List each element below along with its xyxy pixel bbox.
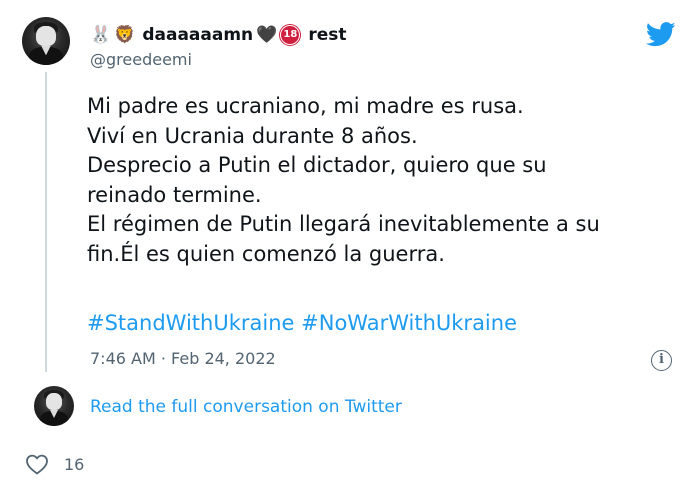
avatar-face [36, 25, 56, 46]
reader-avatar[interactable] [34, 386, 74, 426]
info-icon[interactable]: i [651, 350, 672, 371]
hashtag-no-war-with-ukraine[interactable]: #NoWarWithUkraine [301, 311, 517, 335]
tweet-text-line: Mi padre es ucraniano, mi madre es rusa. [87, 94, 524, 118]
hashtag-row: #StandWithUkraine #NoWarWithUkraine [87, 311, 517, 335]
author-avatar[interactable] [22, 17, 70, 65]
tweet-text-line: reinado termine. [87, 182, 262, 207]
tweet-header: 🐰 🦁 daaaaaamn 🖤 18 rest @greedeemi [90, 24, 347, 69]
thread-line [45, 72, 47, 372]
tweet-text-line: Desprecio a Putin el dictador, quiero qu… [87, 153, 547, 177]
avatar-face [46, 393, 62, 410]
author-name-row[interactable]: 🐰 🦁 daaaaaamn 🖤 18 rest [90, 24, 347, 46]
tweet-text-line: fin.Él es quien comenzó la guerra. [87, 241, 445, 266]
like-count: 16 [64, 455, 85, 474]
tweet-text-line: Viví en Ucrania durante 8 años. [87, 123, 418, 148]
twitter-bird-icon[interactable] [646, 22, 676, 47]
no-under-18-badge: 18 [280, 25, 301, 45]
author-display-name[interactable]: daaaaaamn [142, 25, 253, 45]
tweet-text-line: El régimen de Putin llegará inevitableme… [87, 212, 600, 236]
rabbit-emoji: 🐰 [90, 25, 112, 45]
heart-outline-icon[interactable] [25, 453, 49, 475]
author-name-suffix[interactable]: rest [308, 25, 346, 45]
author-handle[interactable]: @greedeemi [90, 50, 347, 69]
black-heart-emoji: 🖤 [256, 25, 278, 45]
lion-emoji: 🦁 [114, 25, 136, 45]
tweet-timestamp[interactable]: 7:46 AM · Feb 24, 2022 [90, 349, 276, 368]
tweet-body: Mi padre es ucraniano, mi madre es rusa.… [87, 92, 687, 269]
read-full-conversation-link[interactable]: Read the full conversation on Twitter [90, 397, 402, 417]
hashtag-stand-with-ukraine[interactable]: #StandWithUkraine [87, 311, 294, 335]
